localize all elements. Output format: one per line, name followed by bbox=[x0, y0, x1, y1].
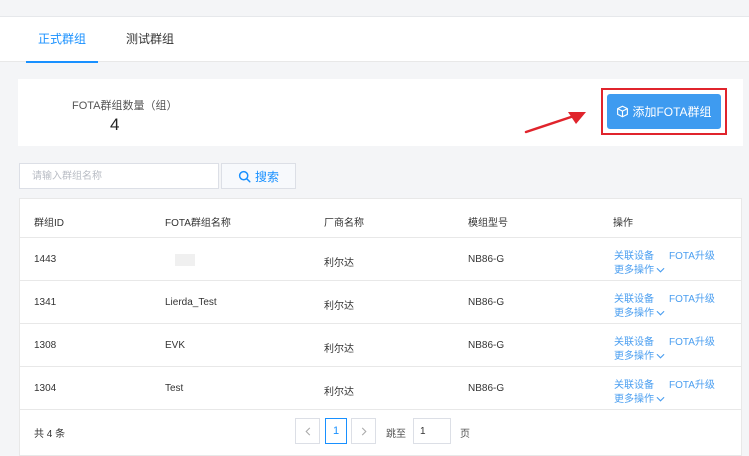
col-header-group-name: FOTA群组名称 bbox=[165, 218, 231, 229]
row-model: NB86-G bbox=[468, 297, 505, 308]
group-tabs: 正式群组 测试群组 bbox=[0, 17, 749, 63]
add-fota-group-button[interactable]: 添加FOTA群组 bbox=[607, 94, 721, 129]
row-vendor: 利尔达 bbox=[324, 387, 354, 398]
chevron-right-icon bbox=[361, 427, 367, 435]
chevron-left-icon bbox=[304, 427, 310, 435]
jump-page-input[interactable] bbox=[413, 418, 451, 444]
col-header-model: 模组型号 bbox=[468, 218, 508, 229]
search-button[interactable]: 搜索 bbox=[221, 163, 296, 189]
more-actions-dropdown[interactable]: 更多操作 bbox=[614, 261, 665, 276]
chevron-down-icon bbox=[656, 354, 665, 359]
col-header-group-id: 群组ID bbox=[34, 218, 64, 229]
tab-test-groups[interactable]: 测试群组 bbox=[115, 17, 185, 62]
fota-group-table: 群组ID FOTA群组名称 厂商名称 模组型号 操作 1443 利尔达 NB86… bbox=[19, 198, 742, 456]
row-group-id: 1443 bbox=[34, 254, 57, 265]
redacted-group-name bbox=[175, 254, 195, 266]
red-arrow-annotation bbox=[524, 112, 586, 134]
row-model: NB86-G bbox=[468, 340, 505, 351]
tab-official-groups[interactable]: 正式群组 bbox=[26, 17, 98, 63]
row-group-id: 1308 bbox=[34, 340, 57, 351]
link-device-link[interactable]: 关联设备 bbox=[614, 247, 654, 262]
more-actions-label: 更多操作 bbox=[614, 394, 654, 405]
chevron-down-icon bbox=[656, 311, 665, 316]
table-row: 1304 Test 利尔达 NB86-G 关联设备 FOTA升级 更多操作 bbox=[20, 367, 741, 410]
total-count: 共 4 条 bbox=[34, 429, 66, 440]
row-group-id: 1304 bbox=[34, 383, 57, 394]
group-name-search-input[interactable] bbox=[19, 163, 219, 189]
pagination-bar: 共 4 条 1 跳至 页 bbox=[20, 406, 741, 455]
top-strip bbox=[0, 0, 749, 17]
row-group-name: EVK bbox=[165, 340, 186, 351]
add-fota-group-label: 添加FOTA群组 bbox=[632, 105, 712, 119]
col-header-actions: 操作 bbox=[613, 218, 633, 229]
link-device-link[interactable]: 关联设备 bbox=[614, 333, 654, 348]
prev-page-button[interactable] bbox=[295, 418, 320, 444]
more-actions-label: 更多操作 bbox=[614, 351, 654, 362]
table-row: 1341 Lierda_Test 利尔达 NB86-G 关联设备 FOTA升级 … bbox=[20, 281, 741, 324]
table-header: 群组ID FOTA群组名称 厂商名称 模组型号 操作 bbox=[20, 199, 741, 238]
row-model: NB86-G bbox=[468, 254, 505, 265]
more-actions-dropdown[interactable]: 更多操作 bbox=[614, 390, 665, 405]
more-actions-dropdown[interactable]: 更多操作 bbox=[614, 347, 665, 362]
more-actions-label: 更多操作 bbox=[614, 265, 654, 276]
page-unit-label: 页 bbox=[460, 429, 470, 440]
row-vendor: 利尔达 bbox=[324, 301, 354, 312]
row-vendor: 利尔达 bbox=[324, 258, 354, 269]
fota-upgrade-link[interactable]: FOTA升级 bbox=[669, 376, 715, 391]
link-device-link[interactable]: 关联设备 bbox=[614, 290, 654, 305]
highlight-box: 添加FOTA群组 bbox=[601, 88, 727, 135]
row-group-name: Lierda_Test bbox=[165, 297, 217, 308]
link-device-link[interactable]: 关联设备 bbox=[614, 376, 654, 391]
chevron-down-icon bbox=[656, 268, 665, 273]
fota-upgrade-link[interactable]: FOTA升级 bbox=[669, 290, 715, 305]
search-icon bbox=[238, 170, 251, 183]
next-page-button[interactable] bbox=[351, 418, 376, 444]
search-button-label: 搜索 bbox=[254, 169, 279, 184]
row-vendor: 利尔达 bbox=[324, 344, 354, 355]
table-row: 1443 利尔达 NB86-G 关联设备 FOTA升级 更多操作 bbox=[20, 238, 741, 281]
fota-upgrade-link[interactable]: FOTA升级 bbox=[669, 333, 715, 348]
row-model: NB86-G bbox=[468, 383, 505, 394]
group-count-value: 4 bbox=[110, 115, 120, 134]
cube-icon bbox=[617, 105, 629, 118]
row-group-id: 1341 bbox=[34, 297, 57, 308]
row-group-name: Test bbox=[165, 383, 184, 394]
stats-panel: FOTA群组数量（组） 4 添加FOTA群组 bbox=[18, 79, 743, 146]
col-header-vendor: 厂商名称 bbox=[324, 218, 364, 229]
fota-upgrade-link[interactable]: FOTA升级 bbox=[669, 247, 715, 262]
table-row: 1308 EVK 利尔达 NB86-G 关联设备 FOTA升级 更多操作 bbox=[20, 324, 741, 367]
page-1-button[interactable]: 1 bbox=[325, 418, 347, 444]
jump-to-label: 跳至 bbox=[386, 429, 406, 440]
group-count-label: FOTA群组数量（组） bbox=[72, 100, 178, 112]
chevron-down-icon bbox=[656, 397, 665, 402]
more-actions-label: 更多操作 bbox=[614, 308, 654, 319]
more-actions-dropdown[interactable]: 更多操作 bbox=[614, 304, 665, 319]
